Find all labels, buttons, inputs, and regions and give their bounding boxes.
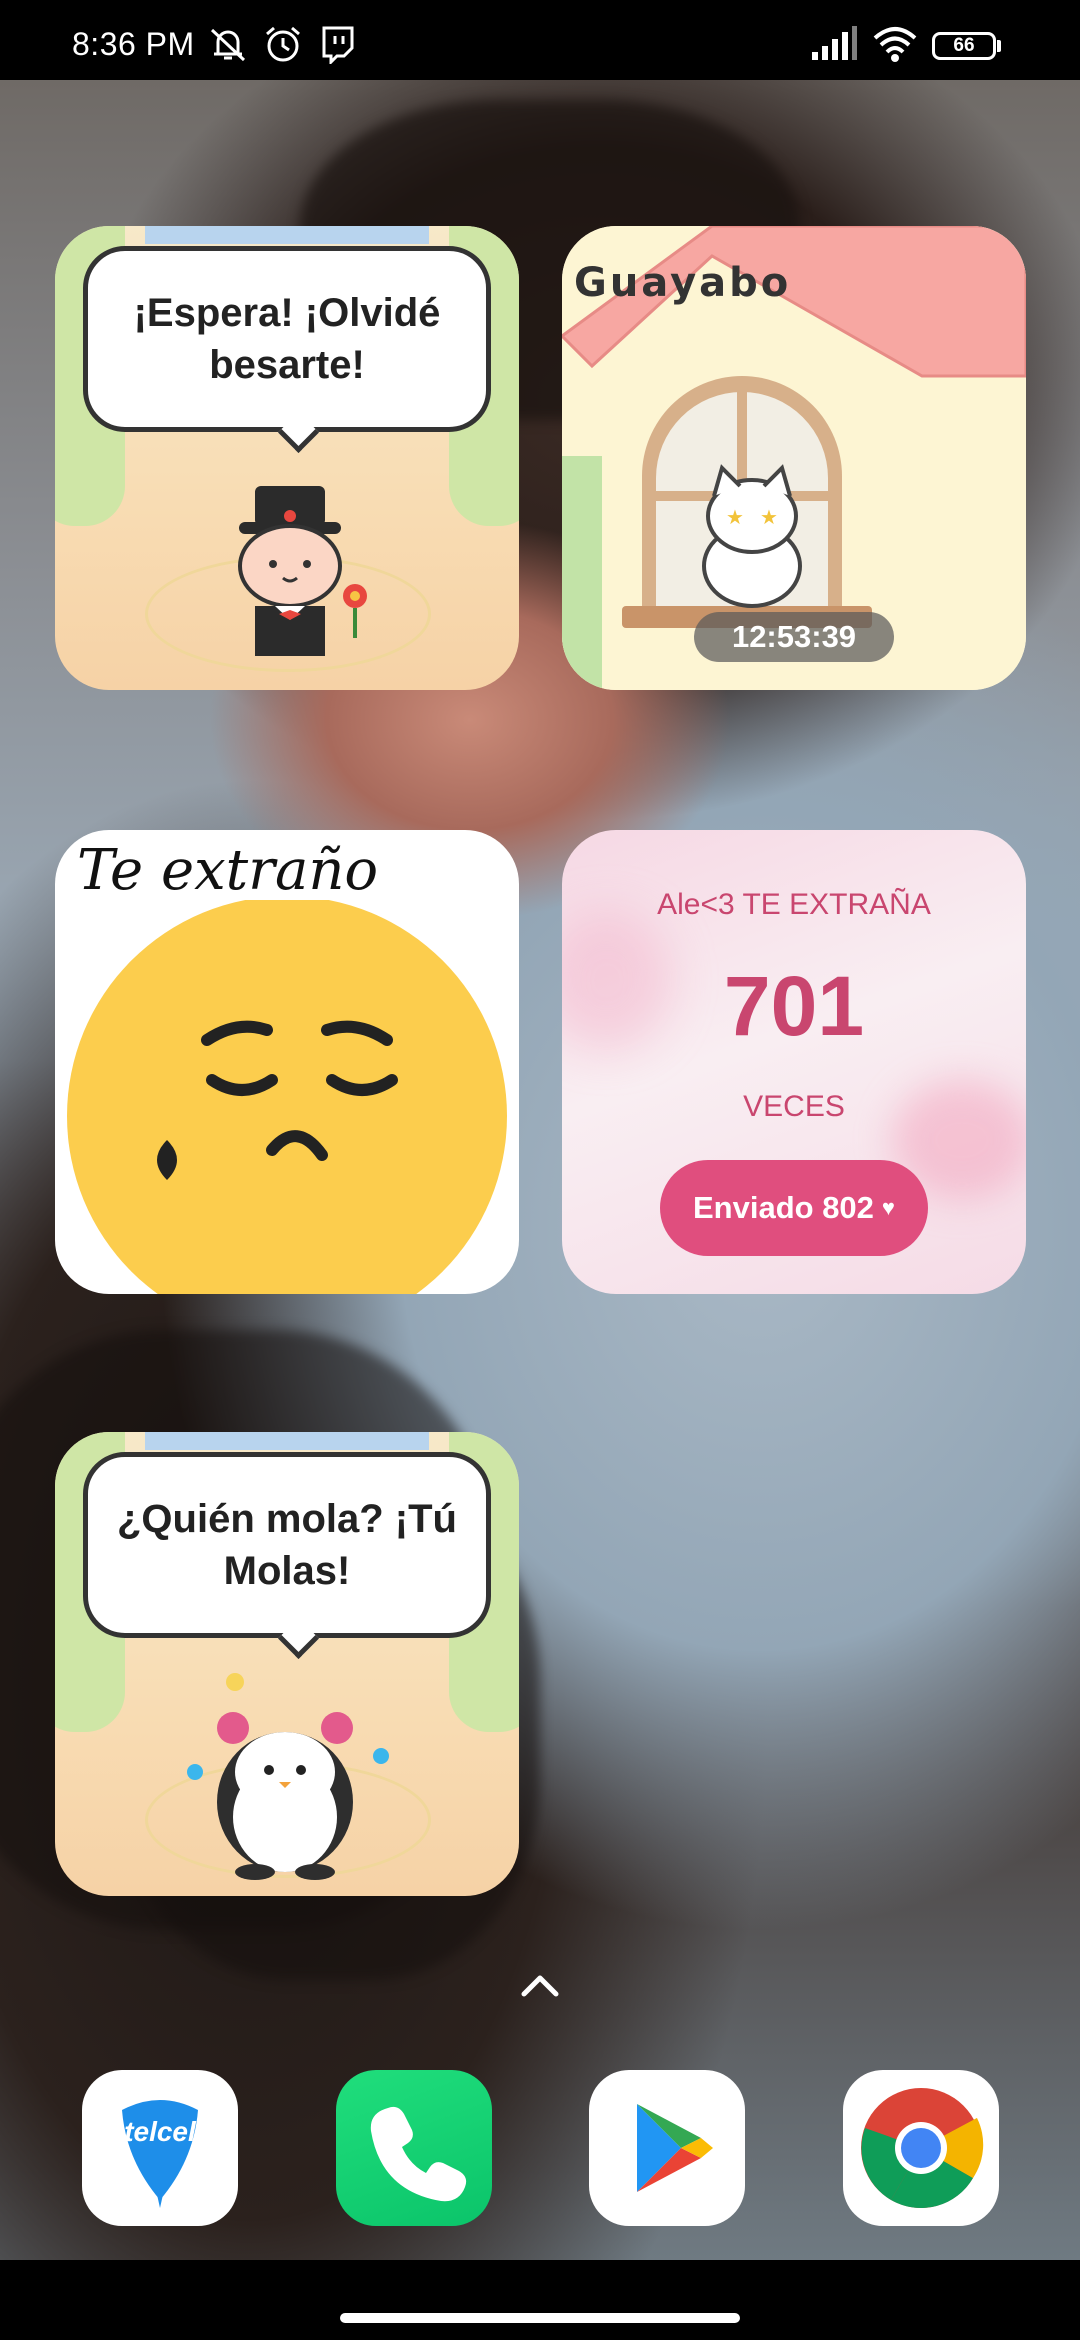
home-gesture-handle[interactable]	[340, 2313, 740, 2323]
heart-icon: ♥	[881, 1195, 895, 1220]
widget-cat-kiss[interactable]: ¡Espera! ¡Olvidé besarte!	[55, 226, 519, 690]
chevron-up-icon[interactable]	[520, 1970, 560, 1998]
battery-icon: 66	[932, 32, 996, 60]
play-store-icon	[637, 2104, 713, 2192]
cat-tophat-icon	[238, 486, 367, 656]
svg-text:★: ★	[760, 507, 778, 529]
battery-level: 66	[953, 35, 975, 56]
counter-heading: Ale<3 TE EXTRAÑA	[657, 888, 931, 921]
crying-face-icon	[67, 900, 507, 1294]
speech-bubble: ¡Espera! ¡Olvidé besarte!	[83, 246, 491, 432]
window-strip	[145, 226, 429, 244]
widget-guayabo[interactable]: Guayabo ★ ★ 12:53:39	[562, 226, 1026, 690]
telcel-logo-icon	[122, 2100, 198, 2208]
widget-penguin[interactable]: ¿Quién mola? ¡Tú Molas!	[55, 1432, 519, 1896]
window-cat-icon: ★ ★	[622, 376, 872, 628]
pet-name: Guayabo	[574, 260, 792, 306]
window-strip	[145, 1432, 429, 1450]
dock-app-phone[interactable]	[336, 2070, 492, 2226]
navigation-bar	[0, 2260, 1080, 2340]
widget-miss-counter[interactable]: Ale<3 TE EXTRAÑA 701 VECES Enviado 802 ♥	[562, 830, 1026, 1294]
dock-app-chrome[interactable]	[843, 2070, 999, 2226]
alarm-icon	[266, 26, 300, 62]
twitch-icon	[322, 26, 354, 64]
status-bar: 8:36 PM 66	[0, 0, 1080, 80]
sent-button[interactable]: Enviado 802 ♥	[660, 1160, 928, 1256]
widget-te-extrano[interactable]: Te extraño	[55, 830, 519, 1294]
speech-bubble: ¿Quién mola? ¡Tú Molas!	[83, 1452, 491, 1638]
timer-pill: 12:53:39	[694, 612, 894, 662]
penguin-icon	[187, 1673, 389, 1880]
telcel-logo-text: telcel	[124, 2116, 196, 2147]
wifi-icon	[873, 27, 917, 62]
counter-unit: VECES	[743, 1090, 845, 1123]
signal-icon	[812, 26, 857, 60]
svg-text:★: ★	[726, 507, 744, 529]
caption: Te extraño	[77, 838, 379, 903]
timer-text: 12:53:39	[731, 619, 857, 654]
dock-app-play-store[interactable]	[589, 2070, 745, 2226]
sent-label: Enviado 802	[693, 1190, 874, 1225]
counter-value: 701	[723, 959, 865, 1053]
mute-icon	[210, 28, 246, 62]
status-time: 8:36 PM	[72, 26, 195, 62]
phone-icon	[370, 2106, 467, 2202]
dock-app-telcel[interactable]: telcel	[82, 2070, 238, 2226]
chrome-icon	[861, 2088, 984, 2209]
battery-tip	[997, 40, 1001, 52]
grass	[562, 456, 602, 690]
